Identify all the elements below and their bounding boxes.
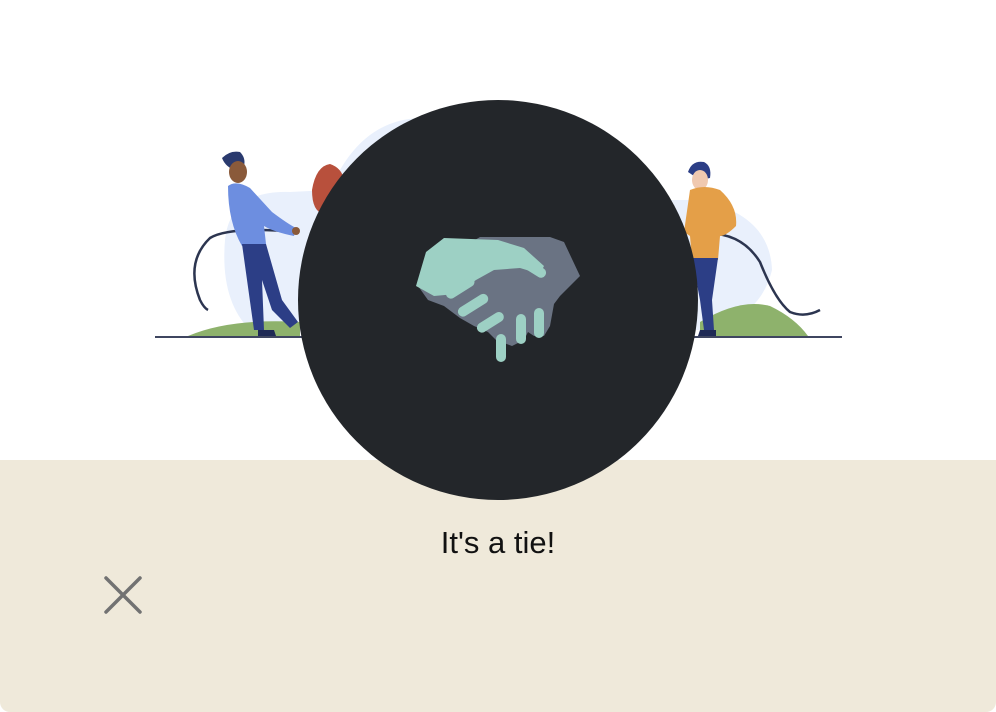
handshake-icon bbox=[416, 237, 580, 362]
close-icon bbox=[104, 576, 142, 614]
result-dialog: It's a tie! bbox=[0, 0, 996, 712]
result-badge bbox=[298, 100, 698, 500]
result-message: It's a tie! bbox=[440, 525, 556, 560]
close-button[interactable] bbox=[100, 573, 146, 619]
